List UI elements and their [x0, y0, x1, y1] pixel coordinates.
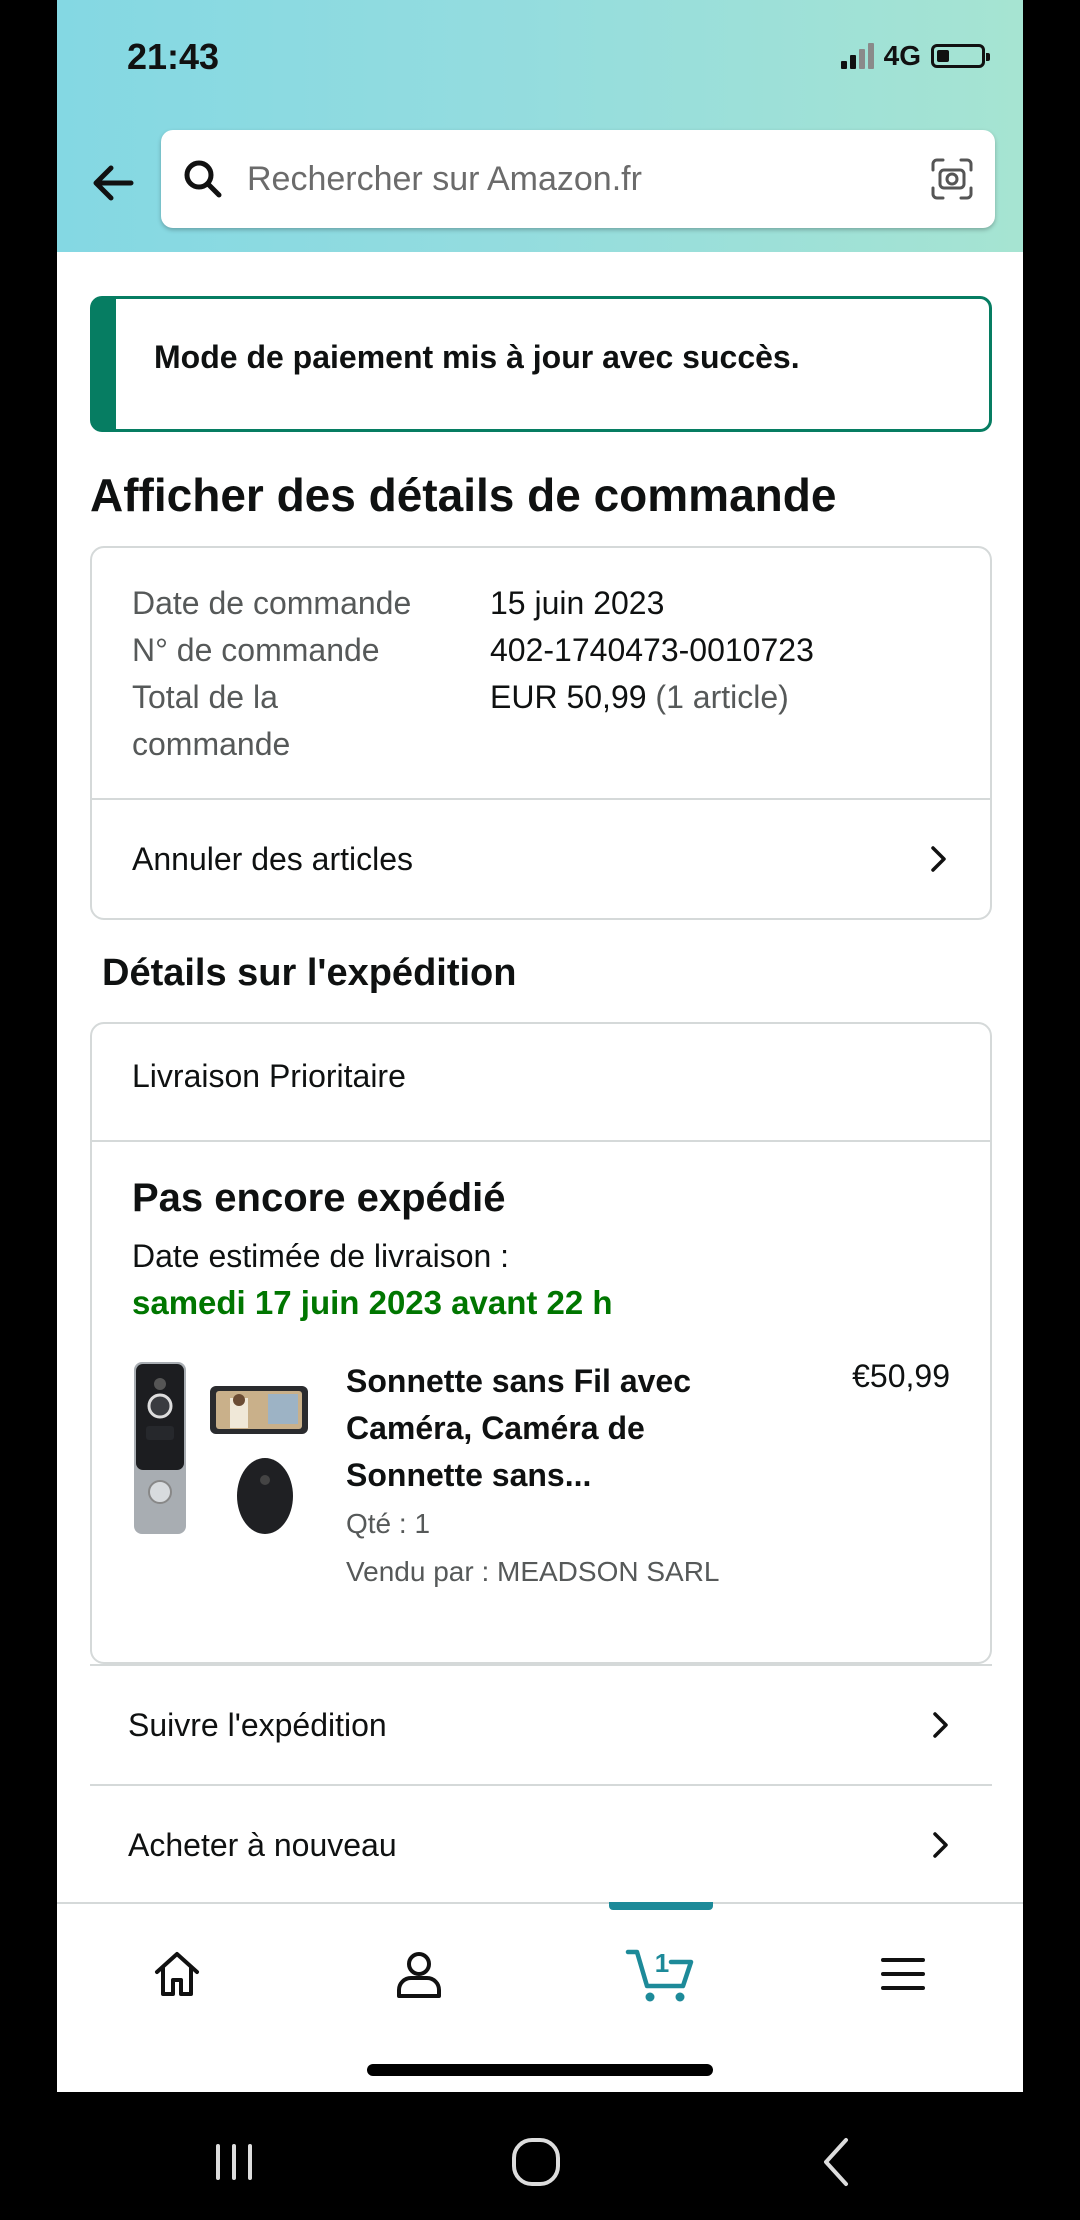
- back-chevron-icon[interactable]: [808, 2132, 868, 2192]
- order-total-amount: EUR 50,99: [490, 679, 647, 715]
- product-title-line: Caméra, Caméra de: [346, 1410, 645, 1446]
- app-screen: 21:43 4G Rechercher sur Amazon.fr Mode d…: [57, 0, 1023, 2092]
- recents-icon[interactable]: [204, 2132, 264, 2192]
- active-tab-indicator: [609, 1902, 713, 1910]
- search-input[interactable]: Rechercher sur Amazon.fr: [247, 160, 929, 199]
- order-total-label-1: Total de la: [132, 679, 278, 715]
- product-seller: Vendu par : MEADSON SARL: [346, 1556, 720, 1587]
- search-bar[interactable]: Rechercher sur Amazon.fr: [161, 130, 995, 228]
- tab-home[interactable]: [137, 1934, 217, 2014]
- product-price: €50,99: [852, 1358, 950, 1394]
- tab-account[interactable]: [379, 1934, 459, 2014]
- order-total-value: EUR 50,99 (1 article): [490, 674, 789, 721]
- product-image[interactable]: [132, 1360, 312, 1540]
- shipping-section-title: Détails sur l'expédition: [102, 952, 517, 994]
- tab-menu[interactable]: [863, 1934, 943, 2014]
- battery-icon: [931, 44, 990, 68]
- track-shipment-row[interactable]: Suivre l'expédition: [90, 1666, 992, 1784]
- order-item-count: (1 article): [655, 679, 789, 715]
- buy-again-row[interactable]: Acheter à nouveau: [90, 1786, 992, 1904]
- tab-cart[interactable]: 1: [621, 1934, 701, 2014]
- home-icon: [155, 1952, 199, 1996]
- shipment-card: Livraison Prioritaire Pas encore expédié…: [90, 1022, 992, 1664]
- delivery-estimate-date: samedi 17 juin 2023 avant 22 h: [132, 1284, 613, 1321]
- success-banner: Mode de paiement mis à jour avec succès.: [90, 296, 992, 432]
- back-arrow-icon[interactable]: [85, 155, 141, 211]
- shipment-status: Pas encore expédié: [132, 1176, 506, 1220]
- product-title-line: Sonnette sans...: [346, 1457, 592, 1493]
- product-title[interactable]: Sonnette sans Fil avec Caméra, Caméra de…: [346, 1358, 726, 1499]
- page-title: Afficher des détails de commande: [90, 469, 837, 521]
- home-circle-icon[interactable]: [506, 2132, 566, 2192]
- menu-icon: [881, 1958, 925, 1990]
- status-icons: 4G: [840, 40, 990, 72]
- cart-icon: 1: [625, 1948, 694, 2002]
- order-number-label: N° de commande: [132, 632, 380, 668]
- home-indicator: [367, 2064, 713, 2076]
- product-title-line: Sonnette sans Fil avec: [346, 1363, 692, 1399]
- signal-icon: [840, 43, 874, 69]
- cart-count: 1: [655, 1948, 669, 1978]
- bottom-tab-bar: 1: [57, 1902, 1023, 2092]
- account-icon: [397, 1952, 441, 1998]
- app-header: 21:43 4G Rechercher sur Amazon.fr: [57, 0, 1023, 252]
- order-total-label-2: commande: [132, 726, 291, 762]
- chevron-right-icon: [931, 846, 946, 872]
- product-quantity: Qté : 1: [346, 1508, 431, 1539]
- android-nav-bar: [0, 2092, 1080, 2220]
- delivery-type: Livraison Prioritaire: [132, 1058, 406, 1094]
- divider: [92, 1140, 990, 1142]
- chevron-right-icon: [933, 1712, 948, 1738]
- track-shipment-label: Suivre l'expédition: [128, 1706, 387, 1743]
- network-type: 4G: [883, 40, 921, 71]
- delivery-estimate-label: Date estimée de livraison :: [132, 1238, 510, 1274]
- cancel-items-label: Annuler des articles: [132, 840, 414, 877]
- order-summary-card: Date de commande 15 juin 2023 N° de comm…: [90, 546, 992, 920]
- search-icon: [184, 160, 222, 198]
- status-time: 21:43: [127, 36, 220, 77]
- banner-message: Mode de paiement mis à jour avec succès.: [154, 339, 800, 375]
- cancel-items-row[interactable]: Annuler des articles: [92, 800, 990, 918]
- buy-again-label: Acheter à nouveau: [128, 1826, 397, 1863]
- chevron-right-icon: [933, 1832, 948, 1858]
- order-date-value: 15 juin 2023: [490, 585, 665, 621]
- order-date-label: Date de commande: [132, 585, 412, 621]
- order-number-value: 402-1740473-0010723: [490, 632, 814, 668]
- camera-icon[interactable]: [929, 156, 975, 202]
